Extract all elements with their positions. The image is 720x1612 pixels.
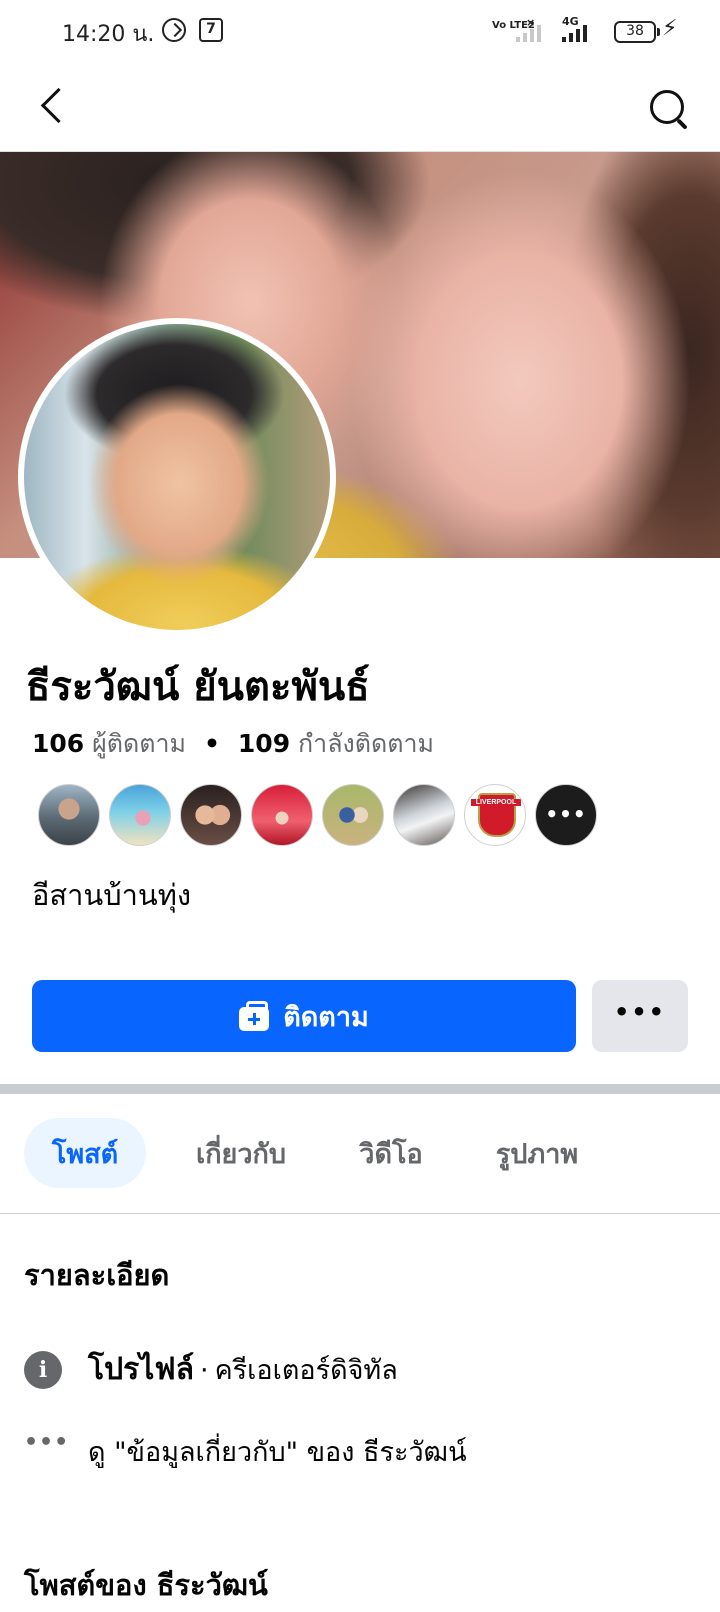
follower-avatar[interactable] <box>109 784 171 846</box>
follower-avatar[interactable] <box>38 784 100 846</box>
details-title: รายละเอียด <box>24 1258 170 1292</box>
profile-bio: อีสานบ้านทุ่ง <box>32 878 192 912</box>
info-icon: i <box>24 1350 62 1389</box>
profile-picture <box>24 324 330 630</box>
follower-avatar[interactable] <box>180 784 242 846</box>
tab-photos[interactable]: รูปภาพ <box>476 1118 598 1188</box>
more-followers-button[interactable]: ••• <box>535 784 597 846</box>
followers-label[interactable]: ผู้ติดตาม <box>92 729 186 758</box>
profile-type-value: ครีเอเตอร์ดิจิทัล <box>214 1355 398 1386</box>
tab-videos[interactable]: วิดีโอ <box>348 1118 434 1188</box>
more-dots-icon: ••• <box>613 998 667 1026</box>
following-label[interactable]: กำลังติดตาม <box>298 729 434 758</box>
followers-preview: LIVERPOOL ••• <box>38 784 597 846</box>
section-divider <box>0 1084 720 1094</box>
signal-sim2-icon <box>562 22 587 42</box>
follow-button-label: ติดตาม <box>283 1001 369 1033</box>
search-icon[interactable] <box>646 86 690 130</box>
liverpool-badge-text: LIVERPOOL <box>471 799 521 806</box>
profile-avatar[interactable] <box>18 318 336 636</box>
follow-stats: 106 ผู้ติดตาม • 109 กำลังติดตาม <box>32 724 434 764</box>
follow-button[interactable]: ติดตาม <box>32 980 576 1052</box>
follower-avatar[interactable] <box>251 784 313 846</box>
charging-icon: ⚡︎ <box>662 16 678 41</box>
profile-name: ธีระวัฒน์ ยันตะพันธ์ <box>26 664 370 710</box>
status-bar: 14:20 น. 7 Vo LTE2 × 4G 38 ⚡︎ <box>0 0 720 64</box>
more-dots-icon: ••• <box>545 802 587 826</box>
more-dots-icon: ••• <box>24 1429 70 1455</box>
profile-type-label: โปรไฟล์ <box>88 1352 194 1387</box>
follower-avatar[interactable] <box>393 784 455 846</box>
follow-add-icon <box>239 1001 271 1031</box>
following-count[interactable]: 109 <box>238 729 290 758</box>
profile-type-row: i โปรไฟล์ · ครีเอเตอร์ดิจิทัล <box>24 1346 398 1393</box>
top-bar <box>0 64 720 152</box>
follower-avatar-liverpool[interactable]: LIVERPOOL <box>464 784 526 846</box>
tab-posts[interactable]: โพสต์ <box>24 1118 146 1188</box>
stats-separator: • <box>203 729 220 758</box>
profile-type-text: โปรไฟล์ · ครีเอเตอร์ดิจิทัล <box>88 1352 398 1387</box>
seven-eleven-app-icon: 7 <box>199 18 223 42</box>
posts-section-title: โพสต์ของ ธีระวัฒน์ <box>24 1568 268 1602</box>
battery-icon: 38 <box>614 21 660 43</box>
see-about-link[interactable]: ดู "ข้อมูลเกี่ยวกับ" ของ ธีระวัฒน์ <box>88 1430 467 1473</box>
status-time: 14:20 น. <box>62 22 155 47</box>
see-about-row[interactable]: ••• ดู "ข้อมูลเกี่ยวกับ" ของ ธีระวัฒน์ <box>24 1430 467 1473</box>
followers-count[interactable]: 106 <box>32 729 84 758</box>
follower-avatar[interactable] <box>322 784 384 846</box>
timer-icon <box>162 18 186 42</box>
back-arrow-icon[interactable] <box>28 82 78 134</box>
profile-tabs: โพสต์ เกี่ยวกับ วิดีโอ รูปภาพ <box>0 1094 720 1214</box>
more-options-button[interactable]: ••• <box>592 980 688 1052</box>
tab-about[interactable]: เกี่ยวกับ <box>178 1118 304 1188</box>
signal-sim1-icon <box>516 22 541 42</box>
